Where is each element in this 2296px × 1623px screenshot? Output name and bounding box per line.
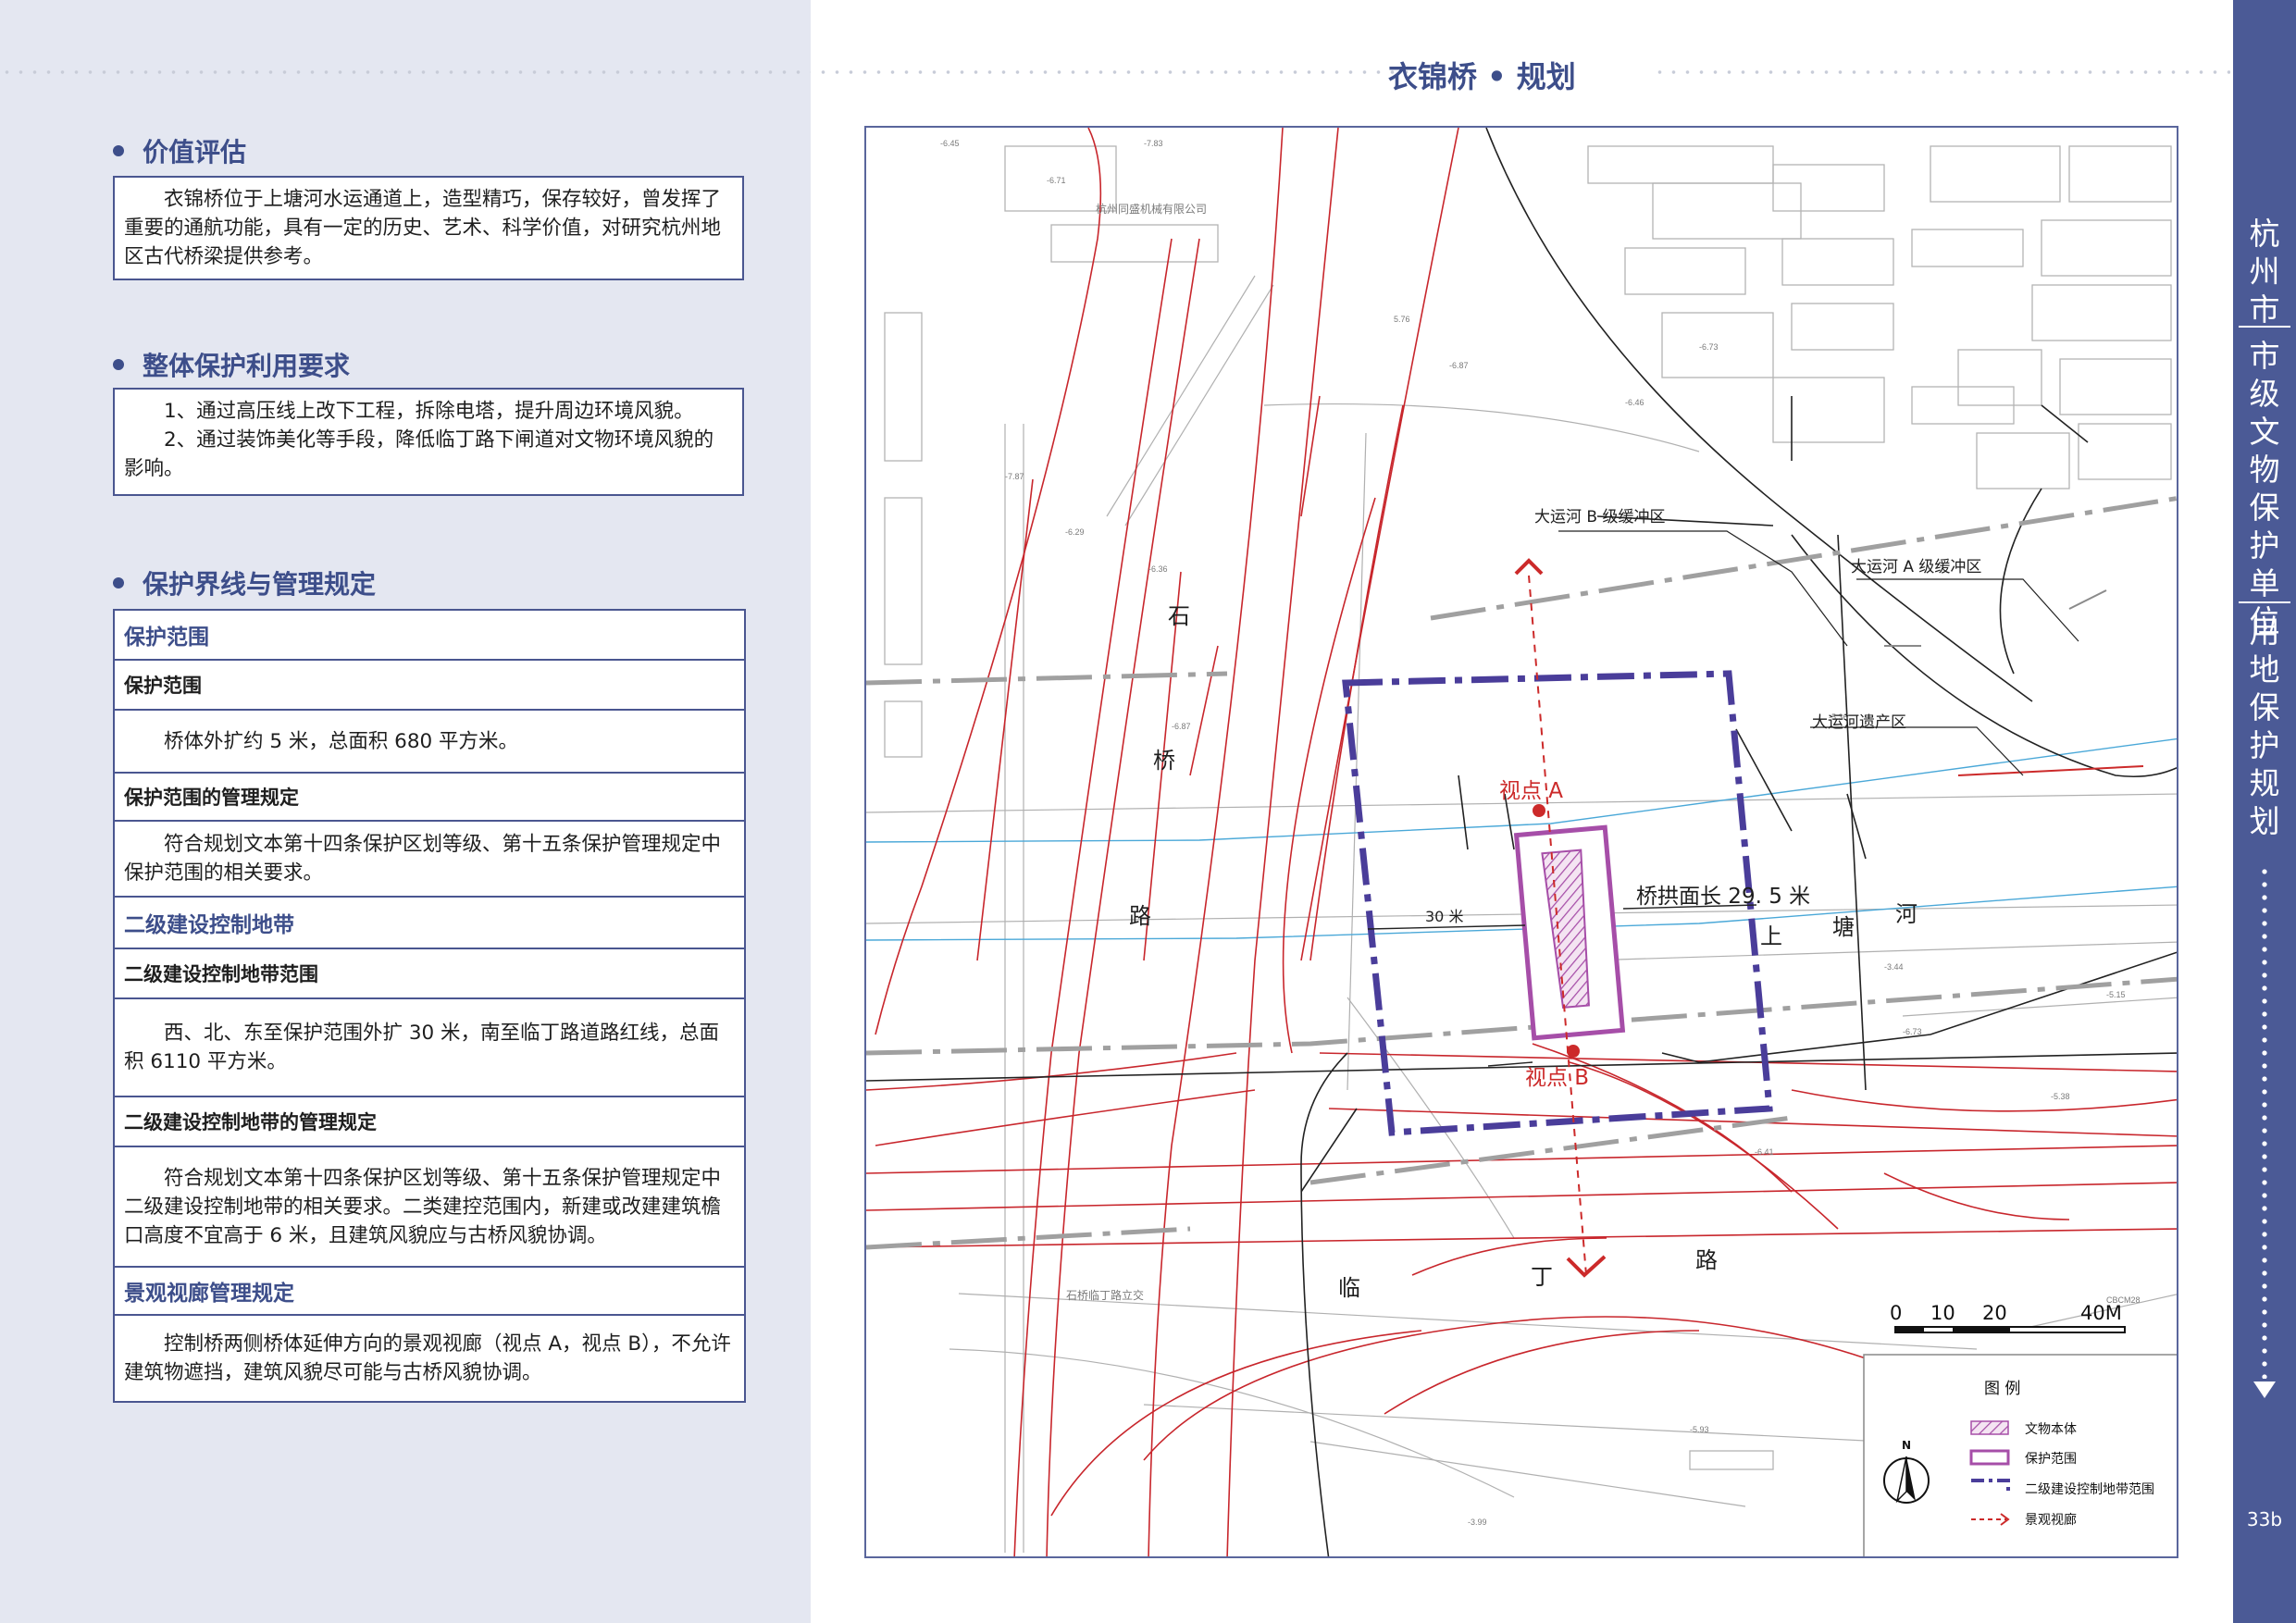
legend-item: 景观视廊 xyxy=(2025,1512,2077,1528)
planning-map: -6.45 -6.71 -7.83 -7.87 -6.29 -6.36 -6.87 5.7… xyxy=(864,126,2178,1558)
river-label: 河 xyxy=(1895,901,1917,927)
viewpoint-b-label: 视点 B xyxy=(1525,1066,1589,1090)
table-subheading: 二级建设控制地带范围 xyxy=(115,949,744,999)
value-text: 衣锦桥位于上塘河水运通道上，造型精巧，保存较好，曾发挥了重要的通航功能，具有一定… xyxy=(124,188,722,268)
requirement-item: 1、通过高压线上改下工程，拆除电塔，提升周边环境风貌。 xyxy=(164,400,694,423)
side-tab-city: 杭 州 市 xyxy=(2249,216,2280,328)
value-box: 衣锦桥位于上塘河水运通道上，造型精巧，保存较好，曾发挥了重要的通航功能，具有一定… xyxy=(113,176,744,280)
river-label: 塘 xyxy=(1832,914,1855,940)
road-label-lingding: 路 xyxy=(1695,1247,1718,1273)
bullet-icon xyxy=(113,359,124,370)
table-cell: 桥体外扩约 5 米，总面积 680 平方米。 xyxy=(115,711,744,774)
road-label-lingding: 丁 xyxy=(1531,1264,1553,1290)
viewpoint-a-label: 视点 A xyxy=(1499,779,1563,803)
map-small-label: 杭州同盛机械有限公司 xyxy=(1096,202,1207,216)
side-tab-divider xyxy=(2239,601,2290,603)
buffer-a-label: 大运河 A 级缓冲区 xyxy=(1851,558,1981,576)
legend-protect-swatch xyxy=(1969,1449,2010,1466)
road-label-shiqiao: 路 xyxy=(1129,903,1151,929)
svg-text:-6.36: -6.36 xyxy=(1148,564,1168,574)
svg-text:-6.41: -6.41 xyxy=(1755,1147,1774,1157)
svg-text:-6.73: -6.73 xyxy=(1903,1027,1922,1036)
north-label: N xyxy=(1902,1439,1911,1452)
svg-text:5.76: 5.76 xyxy=(1394,315,1410,324)
side-tab-divider xyxy=(2239,326,2290,328)
arrow-down-icon xyxy=(2253,1381,2276,1398)
svg-text:-6.46: -6.46 xyxy=(1625,398,1644,407)
bullet-icon xyxy=(113,145,124,156)
section-requirements-title: 整体保护利用要求 xyxy=(113,346,350,383)
svg-text:-6.73: -6.73 xyxy=(1699,342,1719,352)
map-drawing: -6.45 -6.71 -7.83 -7.87 -6.29 -6.36 -6.87 5.7… xyxy=(866,128,2177,1556)
dotted-divider xyxy=(0,70,811,74)
scale-tick-20: 20 xyxy=(1982,1302,2007,1324)
section-boundaries-title: 保护界线与管理规定 xyxy=(113,564,376,601)
page-number: 33b xyxy=(2246,1508,2283,1530)
legend-item: 文物本体 xyxy=(2025,1422,2077,1437)
table-cell: 控制桥两侧桥体延伸方向的景观视廊（视点 A，视点 B），不允许建筑物遮挡，建筑风… xyxy=(124,1332,731,1384)
svg-text:-5.15: -5.15 xyxy=(2106,990,2126,999)
side-tab-category: 市 级 文 物 保 护 单 位 xyxy=(2249,338,2280,639)
table-cell: 符合规划文本第十四条保护区划等级、第十五条保护管理规定中保护范围的相关要求。 xyxy=(115,822,744,898)
svg-text:-6.45: -6.45 xyxy=(940,139,960,148)
distance-label: 30 米 xyxy=(1425,908,1463,925)
svg-text:-3.44: -3.44 xyxy=(1884,962,1904,972)
table-heading: 二级建设控制地带 xyxy=(115,898,744,949)
viewpoint-a-marker xyxy=(1533,804,1545,817)
scale-tick-10: 10 xyxy=(1930,1302,1955,1324)
svg-text:-7.87: -7.87 xyxy=(1005,472,1024,481)
heritage-label: 大运河遗产区 xyxy=(1812,713,1906,732)
dotted-divider xyxy=(1653,70,2230,74)
buffer-b-label: 大运河 B 级缓冲区 xyxy=(1534,508,1665,527)
road-label-shiqiao: 桥 xyxy=(1153,748,1175,774)
svg-text:-6.87: -6.87 xyxy=(1449,361,1469,370)
road-label-lingding: 临 xyxy=(1338,1275,1360,1301)
table-heading: 保护范围 xyxy=(115,611,744,661)
legend-item: 保护范围 xyxy=(2025,1451,2077,1467)
boundaries-table: 保护范围 保护范围 桥体外扩约 5 米，总面积 680 平方米。 保护范围的管理… xyxy=(113,609,746,1403)
requirement-item: 2、通过装饰美化等手段，降低临丁路下闸道对文物环境风貌的影响。 xyxy=(124,428,714,480)
svg-text:-6.87: -6.87 xyxy=(1172,722,1191,731)
scale-bar: 0 10 20 40M xyxy=(1890,1302,2126,1333)
section-value-title: 价值评估 xyxy=(113,132,246,169)
dotted-divider xyxy=(816,70,1421,74)
scale-tick-0: 0 xyxy=(1890,1302,1902,1324)
viewpoint-b-marker xyxy=(1567,1045,1580,1058)
svg-text:-5.38: -5.38 xyxy=(2051,1092,2070,1101)
table-subheading: 保护范围 xyxy=(115,661,744,711)
svg-text:-6.71: -6.71 xyxy=(1047,176,1066,185)
map-small-label: 石桥临丁路立交 xyxy=(1066,1288,1144,1302)
bridge-length-label: 桥拱面长 29. 5 米 xyxy=(1636,885,1810,909)
legend-item: 二级建设控制地带范围 xyxy=(2025,1481,2154,1497)
map-lettering: 石 桥 路 临 丁 路 上 塘 河 大运河 B 级缓冲区 大运河 A 级缓冲区 … xyxy=(1066,202,1981,1302)
legend-title: 图 例 xyxy=(1984,1380,2020,1398)
river-label: 上 xyxy=(1760,923,1782,949)
svg-text:-3.99: -3.99 xyxy=(1468,1518,1487,1527)
side-tab-chapter: 用 地 保 护 规 划 xyxy=(2249,613,2280,839)
road-label-shiqiao: 石 xyxy=(1168,603,1190,629)
table-cell: 符合规划文本第十四条保护区划等级、第十五条保护管理规定中二级建设控制地带的相关要… xyxy=(115,1147,744,1268)
canal-ticks xyxy=(1884,589,2107,647)
protection-zone xyxy=(1513,824,1626,1041)
requirements-box: 1、通过高压线上改下工程，拆除电塔，提升周边环境风貌。 2、通过装饰美化等手段，… xyxy=(113,388,744,496)
table-subheading: 保护范围的管理规定 xyxy=(115,774,744,822)
right-side-tab: 杭 州 市 市 级 文 物 保 护 单 位 用 地 保 护 规 划 33b xyxy=(2233,0,2296,1623)
svg-text:-6.29: -6.29 xyxy=(1065,527,1085,537)
table-heading: 景观视廊管理规定 xyxy=(115,1268,744,1316)
buildings xyxy=(884,145,2172,1470)
svg-text:-7.83: -7.83 xyxy=(1144,139,1163,148)
side-tab-dots xyxy=(2262,865,2267,1379)
table-subheading: 二级建设控制地带的管理规定 xyxy=(115,1097,744,1147)
table-cell: 西、北、东至保护范围外扩 30 米，南至临丁路道路红线，总面积 6110 平方米… xyxy=(115,999,744,1097)
bullet-icon xyxy=(113,577,124,588)
page-title: 衣锦桥 • 规划 xyxy=(1388,59,1576,94)
legend-hatch-swatch xyxy=(1970,1420,2009,1435)
svg-text:-5.93: -5.93 xyxy=(1690,1425,1709,1434)
legend-box: 图 例 文物本体 保护范围 二级建设控制地带范围 景观视廊 N xyxy=(1863,1354,2177,1556)
scale-tick-40: 40M xyxy=(2080,1302,2122,1324)
left-panel: 价值评估 衣锦桥位于上塘河水运通道上，造型精巧，保存较好，曾发挥了重要的通航功能… xyxy=(0,0,811,1623)
